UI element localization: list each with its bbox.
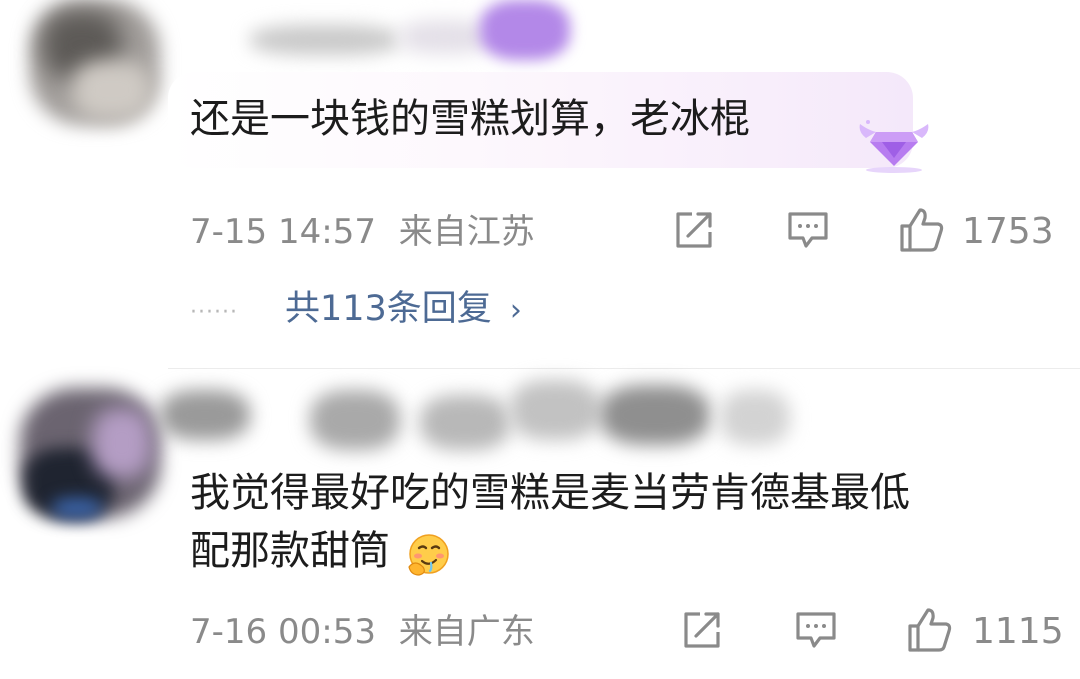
username[interactable] [160,370,810,470]
comment-meta: 7-15 14:57 来自江苏 [190,212,535,252]
comment-text-line-1: 我觉得最好吃的雪糕是麦当劳肯德基最低 [190,470,910,516]
like-icon[interactable] [898,206,946,254]
comment-meta: 7-16 00:53 来自广东 [190,612,535,652]
reply-dots: ······ [190,300,238,325]
diamond-wing-badge-icon[interactable] [858,118,930,174]
comment-text: 还是一块钱的雪糕划算，老冰棍 [190,96,750,142]
comment-location: 来自广东 [398,612,535,652]
avatar[interactable] [12,378,167,538]
comment-list: 还是一块钱的雪糕划算，老冰棍 7-15 14:57 来自江苏 1753 ····… [0,0,1080,679]
username[interactable] [190,0,590,70]
share-icon[interactable] [680,608,724,652]
like-count: 1115 [972,611,1064,652]
comment-time: 7-15 14:57 [190,212,376,252]
comment-time: 7-16 00:53 [190,612,376,652]
comment-icon[interactable] [794,610,838,652]
share-icon[interactable] [672,208,716,252]
chevron-right-icon: › [509,293,522,328]
like-count: 1753 [962,211,1054,252]
like-icon[interactable] [906,606,954,654]
drooling-face-emoji-icon [408,534,449,576]
comment-text-line-2: 配那款甜筒 [190,522,453,580]
divider [168,368,1080,369]
comment-icon[interactable] [786,210,830,252]
comment-text-line-2-label: 配那款甜筒 [190,528,390,574]
view-replies-link[interactable]: 共113条回复 › [285,287,522,333]
avatar[interactable] [12,0,172,135]
comment-location: 来自江苏 [398,212,535,252]
reply-count-label: 共113条回复 [285,289,492,329]
